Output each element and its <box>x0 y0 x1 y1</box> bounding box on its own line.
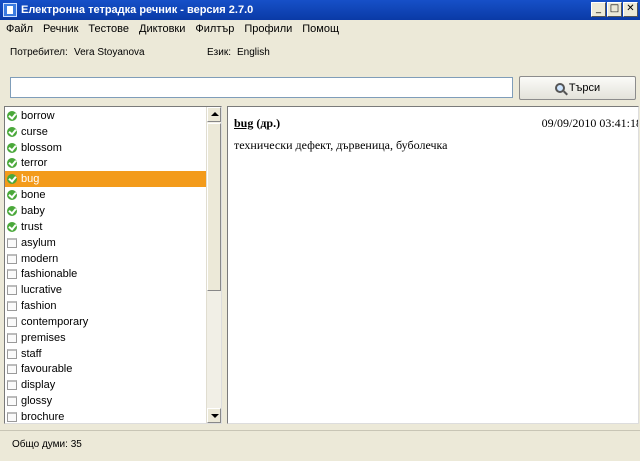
word-list-item[interactable]: trust <box>5 219 207 235</box>
menu-dictionary[interactable]: Речник <box>38 23 83 35</box>
document-icon <box>7 301 17 312</box>
document-icon <box>7 364 17 375</box>
word-count: Общо думи: 35 <box>12 439 82 450</box>
app-icon <box>3 3 17 17</box>
word-list-item[interactable]: blossom <box>5 140 207 156</box>
document-icon <box>7 285 17 296</box>
status-bar: Общо думи: 35 <box>0 430 640 461</box>
word-list-item-label: brochure <box>21 410 65 423</box>
word-list-item-label: glossy <box>21 395 53 408</box>
check-icon <box>7 205 17 216</box>
word-list-item-label: staff <box>21 347 42 360</box>
document-icon <box>7 237 17 248</box>
menu-file[interactable]: Файл <box>0 23 38 35</box>
window-title: Електронна тетрадка речник - версия 2.7.… <box>21 4 254 16</box>
document-icon <box>7 348 17 359</box>
check-icon <box>7 110 17 121</box>
menu-help[interactable]: Помощ <box>297 23 344 35</box>
detail-word-part: (др.) <box>256 116 281 130</box>
detail-date: 09/09/2010 03:41:18 <box>541 116 639 130</box>
word-list-item[interactable]: favourable <box>5 362 207 378</box>
word-list-item[interactable]: brochure <box>5 409 207 423</box>
document-icon <box>7 332 17 343</box>
document-icon <box>7 269 17 280</box>
word-list-item[interactable]: premises <box>5 330 207 346</box>
menu-bar: Файл Речник Тестове Диктовки Филтър Проф… <box>0 20 640 37</box>
document-icon <box>7 380 17 391</box>
search-button-label: Търси <box>568 82 601 94</box>
word-list-item[interactable]: fashionable <box>5 266 207 282</box>
close-button[interactable]: ✕ <box>623 2 638 17</box>
search-row: Търси <box>0 75 640 101</box>
word-list-item-label: bug <box>21 173 40 186</box>
title-bar: Електронна тетрадка речник - версия 2.7.… <box>0 0 640 20</box>
word-list-item-label: terror <box>21 157 48 170</box>
scroll-down-arrow-icon[interactable] <box>207 408 221 423</box>
menu-dictations[interactable]: Диктовки <box>134 23 190 35</box>
word-list-item-label: fashion <box>21 300 57 313</box>
word-list-item[interactable]: fashion <box>5 298 207 314</box>
magnifier-icon <box>554 83 565 93</box>
document-icon <box>7 316 17 327</box>
menu-filter[interactable]: Филтър <box>190 23 239 35</box>
info-bar: Потребител: Vera Stoyanova Език: English <box>0 40 640 66</box>
word-list-item-label: baby <box>21 204 45 217</box>
word-list-item[interactable]: bug <box>5 171 207 188</box>
detail-translation: технически дефект, дървеница, буболечка <box>234 138 448 152</box>
word-list-item-label: lucrative <box>21 284 62 297</box>
document-icon <box>7 396 17 407</box>
word-list-item[interactable]: asylum <box>5 235 207 251</box>
word-list-item[interactable]: baby <box>5 203 207 219</box>
user-label: Потребител: <box>10 47 68 58</box>
language-value: English <box>237 47 270 58</box>
window-controls: _ □ ✕ <box>591 2 638 17</box>
word-list-item-label: trust <box>21 220 43 233</box>
search-input[interactable] <box>10 77 513 98</box>
check-icon <box>7 221 17 232</box>
search-button[interactable]: Търси <box>519 76 636 100</box>
word-list-panel: borrow curse blossom terror bug bone baby trust… <box>4 106 222 424</box>
language-label: Език: <box>207 47 231 58</box>
check-icon <box>7 174 17 185</box>
word-list-item[interactable]: modern <box>5 251 207 267</box>
word-list-item[interactable]: contemporary <box>5 314 207 330</box>
word-list-item-label: asylum <box>21 236 56 249</box>
word-list-item-label: bone <box>21 189 46 202</box>
detail-word-text: bug <box>234 116 254 130</box>
word-list-item-label: premises <box>21 331 66 344</box>
word-list-item-label: contemporary <box>21 315 89 328</box>
word-list-item[interactable]: terror <box>5 156 207 172</box>
word-list-item-label: fashionable <box>21 268 78 281</box>
word-list-scrollbar[interactable] <box>206 107 221 423</box>
detail-word: bug (др.) <box>234 116 280 131</box>
word-list-item[interactable]: lucrative <box>5 282 207 298</box>
check-icon <box>7 126 17 137</box>
document-icon <box>7 253 17 264</box>
word-list-item[interactable]: staff <box>5 346 207 362</box>
menu-profiles[interactable]: Профили <box>239 23 297 35</box>
maximize-button[interactable]: □ <box>607 2 622 17</box>
scroll-thumb[interactable] <box>207 123 221 291</box>
word-list-item-label: favourable <box>21 363 73 376</box>
word-list-item[interactable]: borrow <box>5 108 207 124</box>
word-list: borrow curse blossom terror bug bone baby trust… <box>5 108 207 423</box>
user-value: Vera Stoyanova <box>74 47 145 58</box>
word-list-item-label: display <box>21 379 56 392</box>
minimize-button[interactable]: _ <box>591 2 606 17</box>
check-icon <box>7 142 17 153</box>
word-list-item-label: modern <box>21 252 59 265</box>
menu-tests[interactable]: Тестове <box>83 23 134 35</box>
word-list-item[interactable]: curse <box>5 124 207 140</box>
check-icon <box>7 190 17 201</box>
word-list-item[interactable]: bone <box>5 187 207 203</box>
word-list-item-label: curse <box>21 125 48 138</box>
scroll-up-arrow-icon[interactable] <box>207 107 221 122</box>
check-icon <box>7 158 17 169</box>
word-detail-panel: bug (др.) 09/09/2010 03:41:18 технически… <box>227 106 639 424</box>
word-list-item-label: borrow <box>21 109 55 122</box>
word-list-item-label: blossom <box>21 141 62 154</box>
word-list-item[interactable]: display <box>5 377 207 393</box>
word-list-item[interactable]: glossy <box>5 393 207 409</box>
document-icon <box>7 411 17 422</box>
